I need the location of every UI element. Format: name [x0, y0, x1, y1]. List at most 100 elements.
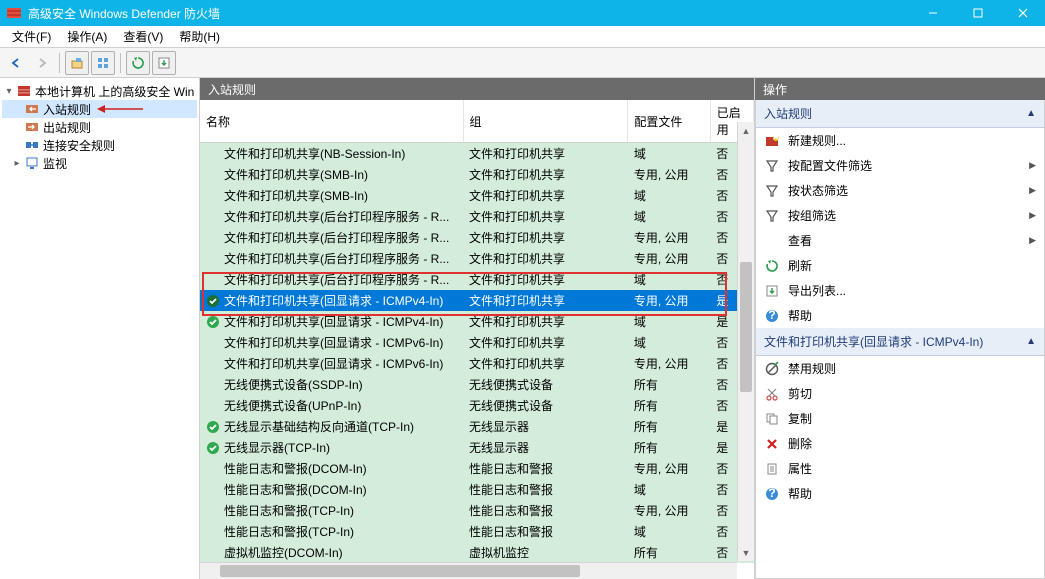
table-row[interactable]: 文件和打印机共享(SMB-In)文件和打印机共享专用, 公用否: [200, 164, 754, 185]
action-filter-group[interactable]: 按组筛选 ▶: [756, 203, 1044, 228]
scroll-up-icon[interactable]: ▲: [738, 122, 754, 139]
tree-connsec[interactable]: 连接安全规则: [2, 136, 197, 154]
tool-refresh-button[interactable]: [126, 51, 150, 75]
tree-inbound[interactable]: 入站规则: [2, 100, 197, 118]
table-row[interactable]: 虚拟机监控(DCOM-In)虚拟机监控所有否: [200, 542, 754, 563]
tool-action-button[interactable]: [65, 51, 89, 75]
menubar: 文件(F) 操作(A) 查看(V) 帮助(H): [0, 26, 1045, 48]
scrollbar-thumb[interactable]: [220, 565, 580, 577]
rule-group: 文件和打印机共享: [463, 311, 628, 332]
rule-profile: 域: [628, 332, 710, 353]
rule-name: 虚拟机监控(DCOM-In): [224, 544, 343, 561]
rule-profile: 专用, 公用: [628, 500, 710, 521]
menu-file[interactable]: 文件(F): [4, 26, 59, 47]
copy-icon: [764, 411, 780, 427]
rule-group: 虚拟机监控: [463, 542, 628, 563]
table-row[interactable]: 性能日志和警报(DCOM-In)性能日志和警报域否: [200, 479, 754, 500]
table-row[interactable]: 文件和打印机共享(回显请求 - ICMPv6-In)文件和打印机共享域否: [200, 332, 754, 353]
arrow-annotation: [95, 103, 145, 115]
rule-status-icon: [206, 315, 220, 329]
action-delete[interactable]: 删除: [756, 431, 1044, 456]
export-icon: [764, 283, 780, 299]
table-row[interactable]: 文件和打印机共享(回显请求 - ICMPv6-In)文件和打印机共享专用, 公用…: [200, 353, 754, 374]
table-row[interactable]: 文件和打印机共享(回显请求 - ICMPv4-In)文件和打印机共享专用, 公用…: [200, 290, 754, 311]
action-filter-profile[interactable]: 按配置文件筛选 ▶: [756, 153, 1044, 178]
tree-outbound[interactable]: 出站规则: [2, 118, 197, 136]
firewall-icon: [16, 83, 32, 99]
action-export[interactable]: 导出列表...: [756, 278, 1044, 303]
rule-status-icon: [206, 210, 220, 224]
rule-name: 文件和打印机共享(后台打印程序服务 - R...: [224, 229, 449, 246]
table-row[interactable]: 无线便携式设备(SSDP-In)无线便携式设备所有否: [200, 374, 754, 395]
rule-status-icon: [206, 336, 220, 350]
inbound-icon: [24, 101, 40, 117]
tool-options-button[interactable]: [91, 51, 115, 75]
properties-icon: [764, 461, 780, 477]
forward-button[interactable]: [30, 51, 54, 75]
rule-status-icon: [206, 231, 220, 245]
table-row[interactable]: 性能日志和警报(TCP-In)性能日志和警报专用, 公用否: [200, 500, 754, 521]
back-button[interactable]: [4, 51, 28, 75]
cut-icon: [764, 386, 780, 402]
action-label: 新建规则...: [788, 132, 846, 149]
scrollbar-vertical[interactable]: ▲ ▼: [737, 122, 754, 561]
table-row[interactable]: 无线显示基础结构反向通道(TCP-In)无线显示器所有是: [200, 416, 754, 437]
scrollbar-thumb[interactable]: [740, 262, 752, 392]
rule-name: 无线显示器(TCP-In): [224, 439, 330, 456]
table-row[interactable]: 无线便携式设备(UPnP-In)无线便携式设备所有否: [200, 395, 754, 416]
filter-icon: [764, 208, 780, 224]
action-disable[interactable]: 禁用规则: [756, 356, 1044, 381]
window-title: 高级安全 Windows Defender 防火墙: [28, 5, 910, 22]
table-row[interactable]: 性能日志和警报(TCP-In)性能日志和警报域否: [200, 521, 754, 542]
action-cut[interactable]: 剪切: [756, 381, 1044, 406]
col-name[interactable]: 名称: [200, 100, 463, 143]
action-filter-state[interactable]: 按状态筛选 ▶: [756, 178, 1044, 203]
actions-section-inbound[interactable]: 入站规则 ▲: [756, 100, 1044, 128]
action-new-rule[interactable]: ★ 新建规则...: [756, 128, 1044, 153]
actions-section-rule[interactable]: 文件和打印机共享(回显请求 - ICMPv4-In) ▲: [756, 328, 1044, 356]
filter-icon: [764, 158, 780, 174]
rule-status-icon: [206, 189, 220, 203]
tree-root[interactable]: ▾ 本地计算机 上的高级安全 Win: [2, 82, 197, 100]
table-row[interactable]: 文件和打印机共享(后台打印程序服务 - R...文件和打印机共享域否: [200, 206, 754, 227]
table-row[interactable]: 性能日志和警报(DCOM-In)性能日志和警报专用, 公用否: [200, 458, 754, 479]
col-profile[interactable]: 配置文件: [628, 100, 710, 143]
scrollbar-horizontal[interactable]: [200, 562, 737, 579]
tree-monitor[interactable]: ▸ 监视: [2, 154, 197, 172]
action-help[interactable]: ? 帮助: [756, 481, 1044, 506]
rule-group: 文件和打印机共享: [463, 227, 628, 248]
rule-name: 无线显示基础结构反向通道(TCP-In): [224, 418, 414, 435]
chevron-right-icon: ▶: [1029, 185, 1036, 196]
rule-profile: 所有: [628, 437, 710, 458]
minimize-button[interactable]: [910, 0, 955, 26]
menu-help[interactable]: 帮助(H): [171, 26, 228, 47]
menu-view[interactable]: 查看(V): [115, 26, 171, 47]
maximize-button[interactable]: [955, 0, 1000, 26]
collapse-icon[interactable]: ▾: [2, 86, 16, 97]
chevron-right-icon: ▶: [1029, 160, 1036, 171]
workspace: ▾ 本地计算机 上的高级安全 Win 入站规则 出站规则 连接安全规则 ▸ 监视…: [0, 78, 1045, 579]
tool-export-button[interactable]: [152, 51, 176, 75]
table-row[interactable]: 文件和打印机共享(后台打印程序服务 - R...文件和打印机共享专用, 公用否: [200, 248, 754, 269]
action-copy[interactable]: 复制: [756, 406, 1044, 431]
rule-status-icon: [206, 525, 220, 539]
table-row[interactable]: 文件和打印机共享(回显请求 - ICMPv4-In)文件和打印机共享域是: [200, 311, 754, 332]
table-row[interactable]: 文件和打印机共享(后台打印程序服务 - R...文件和打印机共享域否: [200, 269, 754, 290]
rule-profile: 专用, 公用: [628, 248, 710, 269]
rule-name: 无线便携式设备(UPnP-In): [224, 397, 361, 414]
scroll-down-icon[interactable]: ▼: [738, 544, 754, 561]
rule-status-icon: [206, 252, 220, 266]
close-button[interactable]: [1000, 0, 1045, 26]
table-row[interactable]: 文件和打印机共享(NB-Session-In)文件和打印机共享域否: [200, 143, 754, 165]
action-help[interactable]: ? 帮助: [756, 303, 1044, 328]
action-label: 复制: [788, 410, 812, 427]
expand-icon[interactable]: ▸: [10, 158, 24, 169]
menu-operation[interactable]: 操作(A): [59, 26, 115, 47]
table-row[interactable]: 无线显示器(TCP-In)无线显示器所有是: [200, 437, 754, 458]
col-group[interactable]: 组: [463, 100, 628, 143]
action-properties[interactable]: 属性: [756, 456, 1044, 481]
action-refresh[interactable]: 刷新: [756, 253, 1044, 278]
table-row[interactable]: 文件和打印机共享(SMB-In)文件和打印机共享域否: [200, 185, 754, 206]
table-row[interactable]: 文件和打印机共享(后台打印程序服务 - R...文件和打印机共享专用, 公用否: [200, 227, 754, 248]
action-view[interactable]: 查看 ▶: [756, 228, 1044, 253]
